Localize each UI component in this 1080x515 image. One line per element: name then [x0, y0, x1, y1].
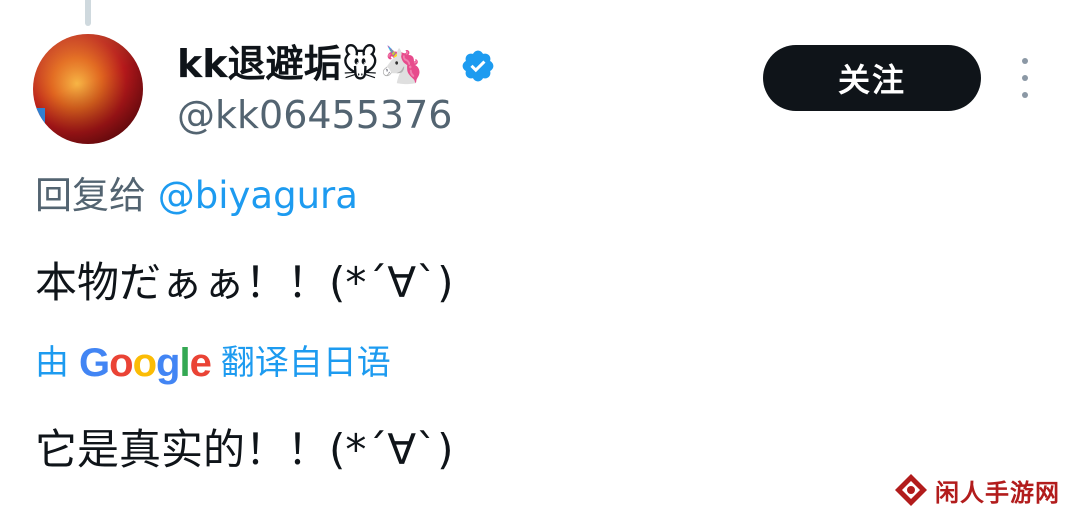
watermark: 闲人手游网 — [893, 470, 1060, 510]
more-dot — [1022, 92, 1028, 98]
translation-prefix: 由 — [35, 343, 69, 383]
watermark-logo-icon — [895, 474, 927, 506]
user-handle[interactable]: @kk06455376 — [177, 92, 452, 138]
google-letter: o — [109, 341, 133, 385]
watermark-text: 闲人手游网 — [935, 478, 1060, 507]
google-letter: o — [132, 341, 157, 385]
more-vertical-icon[interactable] — [1010, 58, 1040, 98]
more-dot — [1022, 58, 1028, 64]
more-dot — [1022, 75, 1028, 81]
avatar-shading — [33, 34, 143, 144]
display-name-text: kk退避垢 — [177, 42, 342, 86]
google-letter: e — [189, 341, 212, 385]
translation-attribution[interactable]: 由 Google 翻译自日语 — [35, 340, 391, 386]
display-name[interactable]: kk退避垢🐭🦄 — [177, 40, 424, 90]
google-logo: Google — [79, 340, 212, 386]
follow-button[interactable]: 关注 — [763, 45, 981, 111]
thread-connector-line — [85, 0, 91, 26]
verified-badge-icon — [462, 50, 494, 82]
reply-context: 回复给 @biyagura — [35, 172, 358, 220]
tweet-text: 本物だぁぁ！！(*´∀`) — [35, 258, 454, 307]
google-letter: g — [156, 341, 180, 385]
google-letter: G — [79, 341, 110, 385]
translated-text: 它是真实的！！(*´∀`) — [35, 425, 454, 474]
avatar[interactable] — [33, 34, 143, 144]
translation-suffix: 翻译自日语 — [220, 343, 391, 383]
reply-handle-link[interactable]: @biyagura — [158, 174, 358, 217]
reply-prefix: 回复给 — [35, 174, 158, 217]
google-letter: l — [179, 341, 190, 385]
avatar-detail — [33, 108, 45, 126]
name-emojis: 🐭🦄 — [341, 45, 424, 86]
tweet-page: kk退避垢🐭🦄 @kk06455376 关注 回复给 @biyagura 本物だ… — [0, 0, 1080, 515]
